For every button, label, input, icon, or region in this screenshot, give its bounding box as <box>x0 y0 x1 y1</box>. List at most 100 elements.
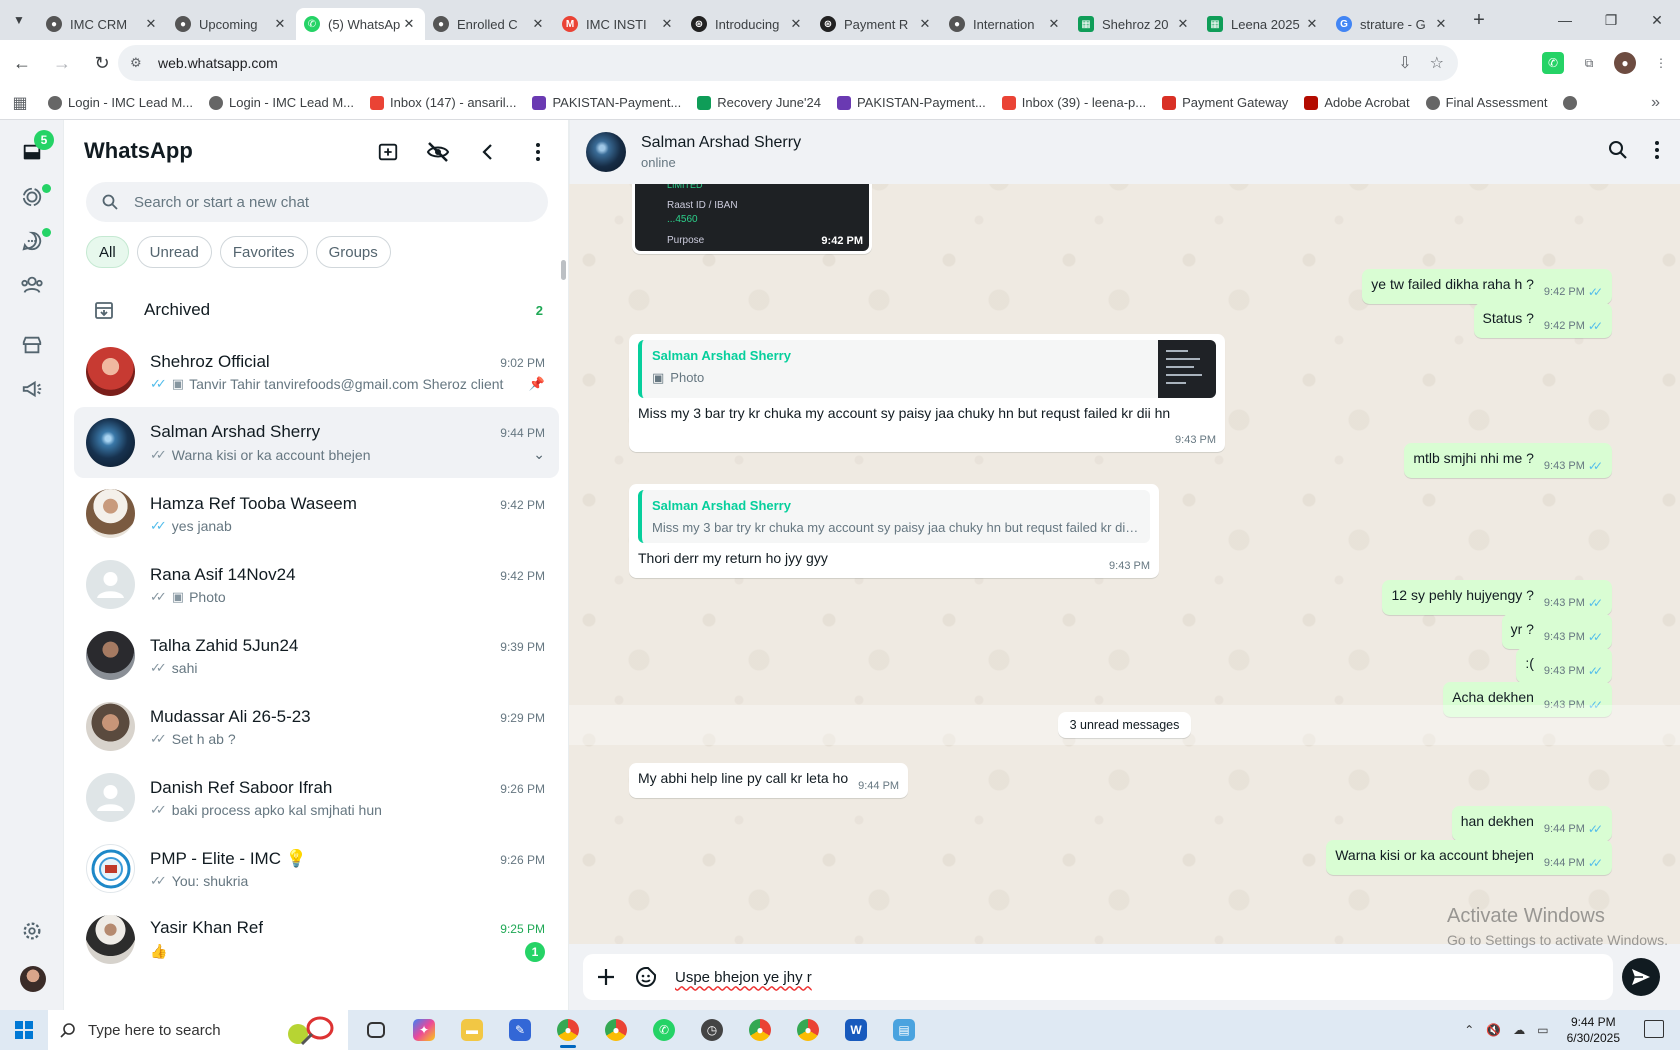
chat-item[interactable]: Rana Asif 14Nov24 9:42 PM ✓✓ ▣ Photo <box>74 549 559 620</box>
communities-icon[interactable] <box>17 270 47 300</box>
collapse-chevron-icon[interactable] <box>476 140 500 164</box>
business-tools-icon[interactable] <box>17 330 47 360</box>
forward-icon[interactable]: → <box>44 45 80 81</box>
conversation-header[interactable]: Salman Arshad Sherry online <box>569 120 1680 184</box>
browser-tab[interactable]: ⊛ Payment R ✕ <box>812 8 941 40</box>
word-icon[interactable]: W <box>836 1010 876 1050</box>
close-tab-icon[interactable]: ✕ <box>659 16 675 32</box>
menu-kebab-icon[interactable] <box>526 140 550 164</box>
close-tab-icon[interactable]: ✕ <box>1433 16 1449 32</box>
chat-item[interactable]: Yasir Khan Ref 9:25 PM 👍 1 <box>74 904 559 975</box>
more-bookmarks-icon[interactable]: » <box>1651 94 1660 112</box>
whatsapp-extension-icon[interactable]: ✆ <box>1542 52 1564 74</box>
windows-start-icon[interactable] <box>0 1010 48 1050</box>
archived-row[interactable]: Archived 2 <box>64 284 568 336</box>
close-tab-icon[interactable]: ✕ <box>1304 16 1320 32</box>
browser-tab[interactable]: ● Internation ✕ <box>941 8 1070 40</box>
install-app-icon[interactable]: ⇩ <box>1398 53 1411 73</box>
outgoing-message[interactable]: 12 sy pehly hujyengy ? 9:43 PM ✓✓ <box>1382 580 1612 615</box>
close-tab-icon[interactable]: ✕ <box>788 16 804 32</box>
reload-icon[interactable]: ↻ <box>84 45 120 81</box>
bookmark-item[interactable]: Adobe Acrobat <box>1296 95 1417 110</box>
filter-favorites[interactable]: Favorites <box>219 236 308 268</box>
browser-tab[interactable]: ▦ Shehroz 20 ✕ <box>1070 8 1199 40</box>
tab-search-button[interactable]: ▼ <box>0 0 38 40</box>
notifications-icon[interactable] <box>1644 1020 1664 1038</box>
outgoing-message[interactable]: Status ? 9:42 PM ✓✓ <box>1473 303 1612 338</box>
restore-icon[interactable]: ❐ <box>1588 0 1634 40</box>
apps-grid-icon[interactable]: ▦ <box>0 93 40 113</box>
close-tab-icon[interactable]: ✕ <box>272 16 288 32</box>
copilot-icon[interactable]: ✦ <box>404 1010 444 1050</box>
browser-tab[interactable]: ⊛ Introducing ✕ <box>683 8 812 40</box>
bookmark-item[interactable]: Login - IMC Lead M... <box>40 95 201 110</box>
close-tab-icon[interactable]: ✕ <box>917 16 933 32</box>
minimize-icon[interactable]: — <box>1542 0 1588 40</box>
bookmark-item[interactable]: Final Assessment <box>1418 95 1556 110</box>
taskbar-clock[interactable]: 9:44 PM 6/30/2025 <box>1567 1014 1620 1046</box>
chat-item[interactable]: Danish Ref Saboor Ifrah 9:26 PM ✓✓ baki pr… <box>74 762 559 833</box>
browser-tab[interactable]: M IMC INSTI ✕ <box>554 8 683 40</box>
task-view-icon[interactable] <box>356 1010 396 1050</box>
conversation-menu-kebab-icon[interactable] <box>1654 140 1660 165</box>
outgoing-message[interactable]: :( 9:43 PM ✓✓ <box>1516 648 1612 683</box>
bookmark-item[interactable]: Payment Gateway <box>1154 95 1296 110</box>
close-tab-icon[interactable]: ✕ <box>1046 16 1062 32</box>
browser-tab[interactable]: ● Upcoming ✕ <box>167 8 296 40</box>
chrome-profile-icon[interactable]: ● <box>740 1010 780 1050</box>
bookmark-item[interactable]: PAKISTAN-Payment... <box>829 95 994 110</box>
pinned-app-icon[interactable]: ✎ <box>500 1010 540 1050</box>
bookmark-item[interactable]: Inbox (39) - leena-p... <box>994 95 1154 110</box>
chat-item[interactable]: Shehroz Official 9:02 PM ✓✓ ▣ Tanvir Tahir … <box>74 336 559 407</box>
site-info-icon[interactable]: ⚙ <box>130 55 150 71</box>
filter-groups[interactable]: Groups <box>315 236 391 268</box>
outgoing-message[interactable]: yr ? 9:43 PM ✓✓ <box>1501 614 1612 649</box>
close-tab-icon[interactable]: ✕ <box>530 16 546 32</box>
tray-chevron-up-icon[interactable]: ⌃ <box>1464 1023 1474 1037</box>
chrome-menu-icon[interactable]: ⋮ <box>1650 52 1672 74</box>
browser-tab[interactable]: ● Enrolled C ✕ <box>425 8 554 40</box>
quoted-message[interactable]: Salman Arshad Sherry Miss my 3 bar try k… <box>638 490 1150 543</box>
network-icon[interactable]: ▭ <box>1537 1023 1548 1037</box>
outgoing-message[interactable]: han dekhen 9:44 PM ✓✓ <box>1451 806 1612 841</box>
profile-avatar[interactable] <box>20 966 46 992</box>
search-messages-icon[interactable] <box>1608 140 1628 165</box>
settings-gear-icon[interactable] <box>17 916 47 946</box>
outgoing-message[interactable]: ye tw failed dikha raha h ? 9:42 PM ✓✓ <box>1362 269 1612 304</box>
back-icon[interactable]: ← <box>4 45 40 81</box>
sticker-emoji-icon[interactable] <box>629 960 663 994</box>
browser-tab-active[interactable]: ✆ (5) WhatsApp ✕ <box>296 8 425 40</box>
close-tab-icon[interactable]: ✕ <box>1175 16 1191 32</box>
address-bar[interactable]: ⚙ web.whatsapp.com ⇩ ☆ <box>118 45 1458 81</box>
outgoing-message[interactable]: mtlb smjhi nhi me ? 9:43 PM ✓✓ <box>1404 443 1612 478</box>
new-tab-button[interactable]: + <box>1463 4 1495 36</box>
extensions-puzzle-icon[interactable]: ⧉ <box>1578 52 1600 74</box>
message-input[interactable]: Uspe bhejon ye jhy r <box>675 969 812 986</box>
onedrive-icon[interactable]: ☁ <box>1513 1023 1525 1037</box>
browser-tab[interactable]: ● IMC CRM ✕ <box>38 8 167 40</box>
profile-avatar-icon[interactable]: ● <box>1614 52 1636 74</box>
close-tab-icon[interactable]: ✕ <box>143 16 159 32</box>
bookmark-star-icon[interactable]: ☆ <box>1430 53 1444 73</box>
bookmark-item[interactable]: Inbox (147) - ansaril... <box>362 95 524 110</box>
chrome-profile-icon[interactable]: ● <box>788 1010 828 1050</box>
browser-tab[interactable]: Gstrature - G ✕ <box>1328 8 1457 40</box>
bookmark-item[interactable] <box>1555 95 1591 110</box>
clock-app-icon[interactable]: ◷ <box>692 1010 732 1050</box>
image-message[interactable]: LIMITED Raast ID / IBAN ...4560 Purpose … <box>632 176 872 254</box>
whatsapp-desktop-icon[interactable]: ✆ <box>644 1010 684 1050</box>
chat-list-scrollbar[interactable] <box>561 260 566 280</box>
chat-item-selected[interactable]: Salman Arshad Sherry 9:44 PM ✓✓ Warna kisi… <box>74 407 559 478</box>
outgoing-message[interactable]: Warna kisi or ka account bhejen 9:44 PM ✓… <box>1326 840 1612 875</box>
file-explorer-icon[interactable]: ▬ <box>452 1010 492 1050</box>
browser-tab[interactable]: ▦ Leena 2025 ✕ <box>1199 8 1328 40</box>
chrome-icon[interactable]: ● <box>548 1010 588 1050</box>
bookmark-item[interactable]: Login - IMC Lead M... <box>201 95 362 110</box>
chevron-down-icon[interactable]: ⌄ <box>533 446 545 463</box>
advertise-megaphone-icon[interactable] <box>17 374 47 404</box>
filter-unread[interactable]: Unread <box>136 236 212 268</box>
volume-muted-icon[interactable]: 🔇 <box>1486 1023 1501 1037</box>
notepad-icon[interactable]: ▤ <box>884 1010 924 1050</box>
close-window-icon[interactable]: ✕ <box>1634 0 1680 40</box>
privacy-eye-off-icon[interactable] <box>426 140 450 164</box>
